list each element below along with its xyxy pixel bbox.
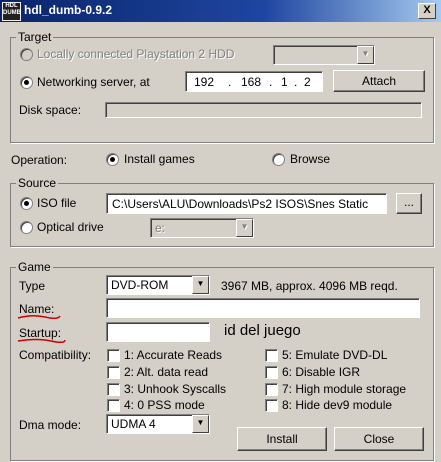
compat-label-1: 1: Accurate Reads [124, 348, 223, 362]
browse-radio[interactable] [272, 153, 285, 166]
compat-label-6: 6: Disable IGR [282, 365, 361, 379]
source-legend: Source [16, 176, 59, 190]
local-hdd-label: Locally connected Playstation 2 HDD [37, 47, 235, 61]
ip-dot: . [228, 75, 232, 89]
ip-dot: . [294, 75, 298, 89]
iso-path-field[interactable]: C:\Users\ALU\Downloads\Ps2 ISOS\Snes Sta… [106, 193, 387, 214]
compat-checkbox-8[interactable] [265, 399, 278, 412]
ip-dot: . [269, 75, 273, 89]
size-info-text: 3967 MB, approx. 4096 MB reqd. [221, 279, 398, 293]
local-hdd-radio[interactable] [20, 48, 33, 61]
chevron-down-icon[interactable]: ▼ [192, 276, 209, 294]
optical-drive-dropdown[interactable]: e: ▼ [150, 218, 254, 238]
app-icon: HDL DUMB [2, 2, 21, 21]
operation-label: Operation: [11, 153, 68, 167]
compat-label-7: 7: High module storage [282, 382, 407, 396]
chevron-down-icon[interactable]: ▼ [357, 46, 374, 64]
game-legend: Game [16, 260, 53, 274]
title-bar[interactable]: HDL DUMB hdl_dumb-0.9.2 X [0, 0, 441, 22]
compat-checkbox-5[interactable] [265, 349, 278, 362]
startup-input[interactable] [106, 322, 210, 342]
compat-label-5: 5: Emulate DVD-DL [282, 348, 388, 362]
compat-label-3: 3: Unhook Syscalls [124, 382, 227, 396]
install-games-label: Install games [124, 152, 195, 166]
iso-file-radio[interactable] [20, 197, 33, 210]
startup-annotation-text: id del juego [224, 322, 301, 339]
local-hdd-dropdown[interactable]: ▼ [273, 45, 375, 65]
window-close-button[interactable]: X [418, 3, 436, 19]
compat-label-2: 2: Alt. data read [124, 365, 209, 379]
chevron-down-icon[interactable]: ▼ [192, 415, 209, 433]
ip-octet-3[interactable]: 1 [281, 75, 288, 89]
compatibility-label: Compatibility: [19, 348, 92, 362]
type-value: DVD-ROM [111, 278, 169, 292]
compat-checkbox-4[interactable] [107, 399, 120, 412]
compat-checkbox-7[interactable] [265, 383, 278, 396]
compat-label-4: 4: 0 PSS mode [124, 398, 205, 412]
close-button[interactable]: Close [334, 427, 424, 451]
iso-browse-button[interactable]: ... [396, 193, 422, 214]
ip-octet-1[interactable]: 192 [194, 75, 214, 89]
dma-mode-value: UDMA 4 [111, 417, 156, 431]
disk-space-bar [105, 102, 422, 118]
ip-octet-4[interactable]: 2 [304, 75, 311, 89]
iso-path-text: C:\Users\ALU\Downloads\Ps2 ISOS\Snes Sta… [112, 197, 369, 211]
dma-mode-dropdown[interactable]: UDMA 4 ▼ [106, 414, 210, 434]
name-underline-annotation [17, 314, 61, 320]
compat-checkbox-3[interactable] [107, 383, 120, 396]
chevron-down-icon[interactable]: ▼ [236, 219, 253, 237]
compat-label-8: 8: Hide dev9 module [282, 398, 393, 412]
type-label: Type [19, 279, 46, 293]
optical-drive-radio[interactable] [20, 221, 33, 234]
startup-underline-annotation [17, 338, 66, 344]
optical-drive-value: e: [155, 221, 166, 235]
browse-label: Browse [290, 152, 331, 166]
optical-drive-label: Optical drive [37, 220, 104, 234]
network-radio[interactable] [20, 76, 33, 89]
target-legend: Target [16, 30, 54, 44]
install-games-radio[interactable] [106, 153, 119, 166]
ip-address-field[interactable]: 192 . 168 . 1 . 2 [185, 71, 323, 92]
install-button[interactable]: Install [237, 427, 327, 451]
compat-checkbox-1[interactable] [107, 349, 120, 362]
ip-octet-2[interactable]: 168 [241, 75, 261, 89]
window-title: hdl_dumb-0.9.2 [24, 3, 113, 17]
compat-checkbox-6[interactable] [265, 366, 278, 379]
network-label: Networking server, at [37, 75, 150, 89]
attach-button[interactable]: Attach [333, 70, 425, 92]
name-input[interactable] [106, 298, 420, 318]
iso-file-label: ISO file [37, 196, 77, 210]
dma-mode-label: Dma mode: [19, 418, 82, 432]
type-dropdown[interactable]: DVD-ROM ▼ [106, 275, 210, 295]
disk-space-label: Disk space: [19, 103, 82, 117]
compat-checkbox-2[interactable] [107, 366, 120, 379]
